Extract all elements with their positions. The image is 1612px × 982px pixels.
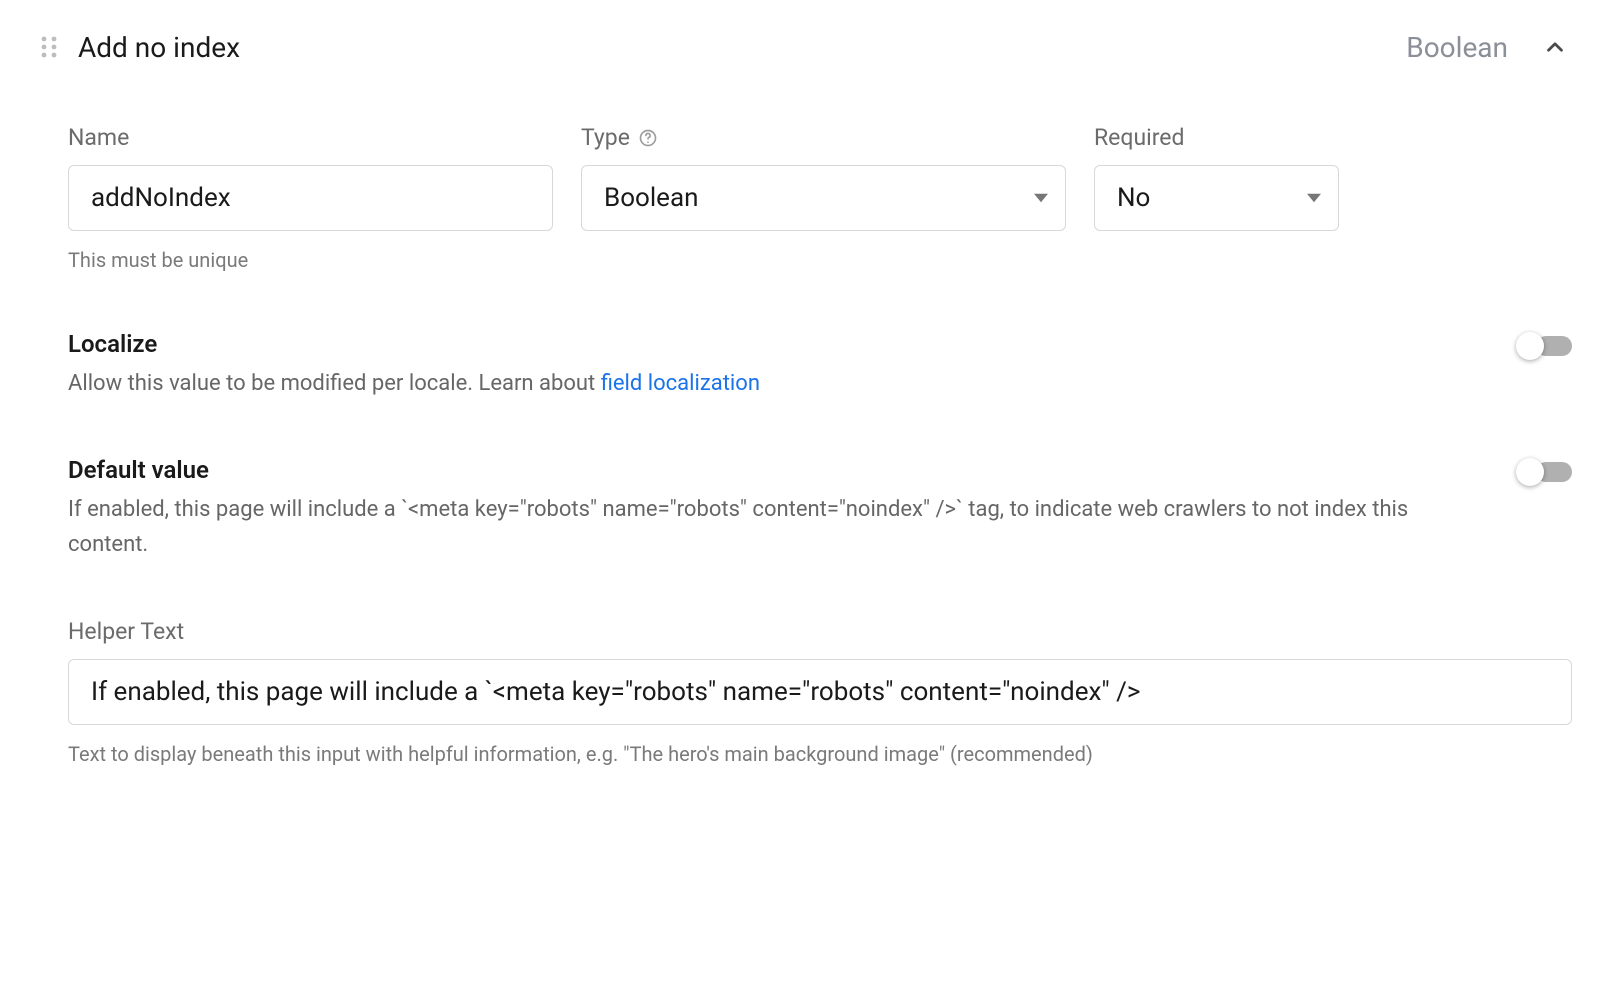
- required-select[interactable]: No: [1094, 165, 1339, 231]
- field-localization-link[interactable]: field localization: [601, 371, 760, 396]
- localize-title: Localize: [68, 330, 1486, 358]
- drag-handle-icon[interactable]: [40, 33, 58, 61]
- panel-type-label: Boolean: [1406, 31, 1508, 64]
- default-value-toggle[interactable]: [1516, 458, 1572, 486]
- name-hint: This must be unique: [68, 245, 553, 275]
- localize-toggle[interactable]: [1516, 332, 1572, 360]
- collapse-button[interactable]: [1538, 30, 1572, 64]
- default-value-desc: If enabled, this page will include a `<m…: [68, 492, 1486, 562]
- localize-desc: Allow this value to be modified per loca…: [68, 366, 1486, 401]
- localize-desc-prefix: Allow this value to be modified per loca…: [68, 371, 601, 396]
- helper-text-label: Helper Text: [68, 618, 1572, 645]
- helper-text-input[interactable]: [68, 659, 1572, 725]
- default-value-title: Default value: [68, 456, 1486, 484]
- type-label-text: Type: [581, 124, 630, 151]
- helper-text-hint: Text to display beneath this input with …: [68, 739, 1572, 769]
- required-field-group: Required No: [1094, 124, 1339, 231]
- name-field-group: Name This must be unique: [68, 124, 553, 275]
- panel-body: Name This must be unique Type: [40, 124, 1572, 769]
- type-field-group: Type Boolean: [581, 124, 1066, 231]
- type-select[interactable]: Boolean: [581, 165, 1066, 231]
- localize-section: Localize Allow this value to be modified…: [68, 330, 1572, 401]
- default-value-section: Default value If enabled, this page will…: [68, 456, 1572, 562]
- name-label: Name: [68, 124, 553, 151]
- name-input[interactable]: [68, 165, 553, 231]
- panel-title: Add no index: [78, 31, 1386, 64]
- toggle-thumb: [1516, 332, 1544, 360]
- panel-header: Add no index Boolean: [40, 30, 1572, 64]
- field-editor-panel: Add no index Boolean Name This must be u…: [0, 0, 1612, 809]
- required-label: Required: [1094, 124, 1339, 151]
- help-icon[interactable]: [638, 128, 658, 148]
- type-label: Type: [581, 124, 1066, 151]
- helper-text-section: Helper Text Text to display beneath this…: [68, 618, 1572, 769]
- field-settings-row: Name This must be unique Type: [68, 124, 1572, 275]
- toggle-thumb: [1516, 458, 1544, 486]
- chevron-up-icon: [1542, 34, 1568, 60]
